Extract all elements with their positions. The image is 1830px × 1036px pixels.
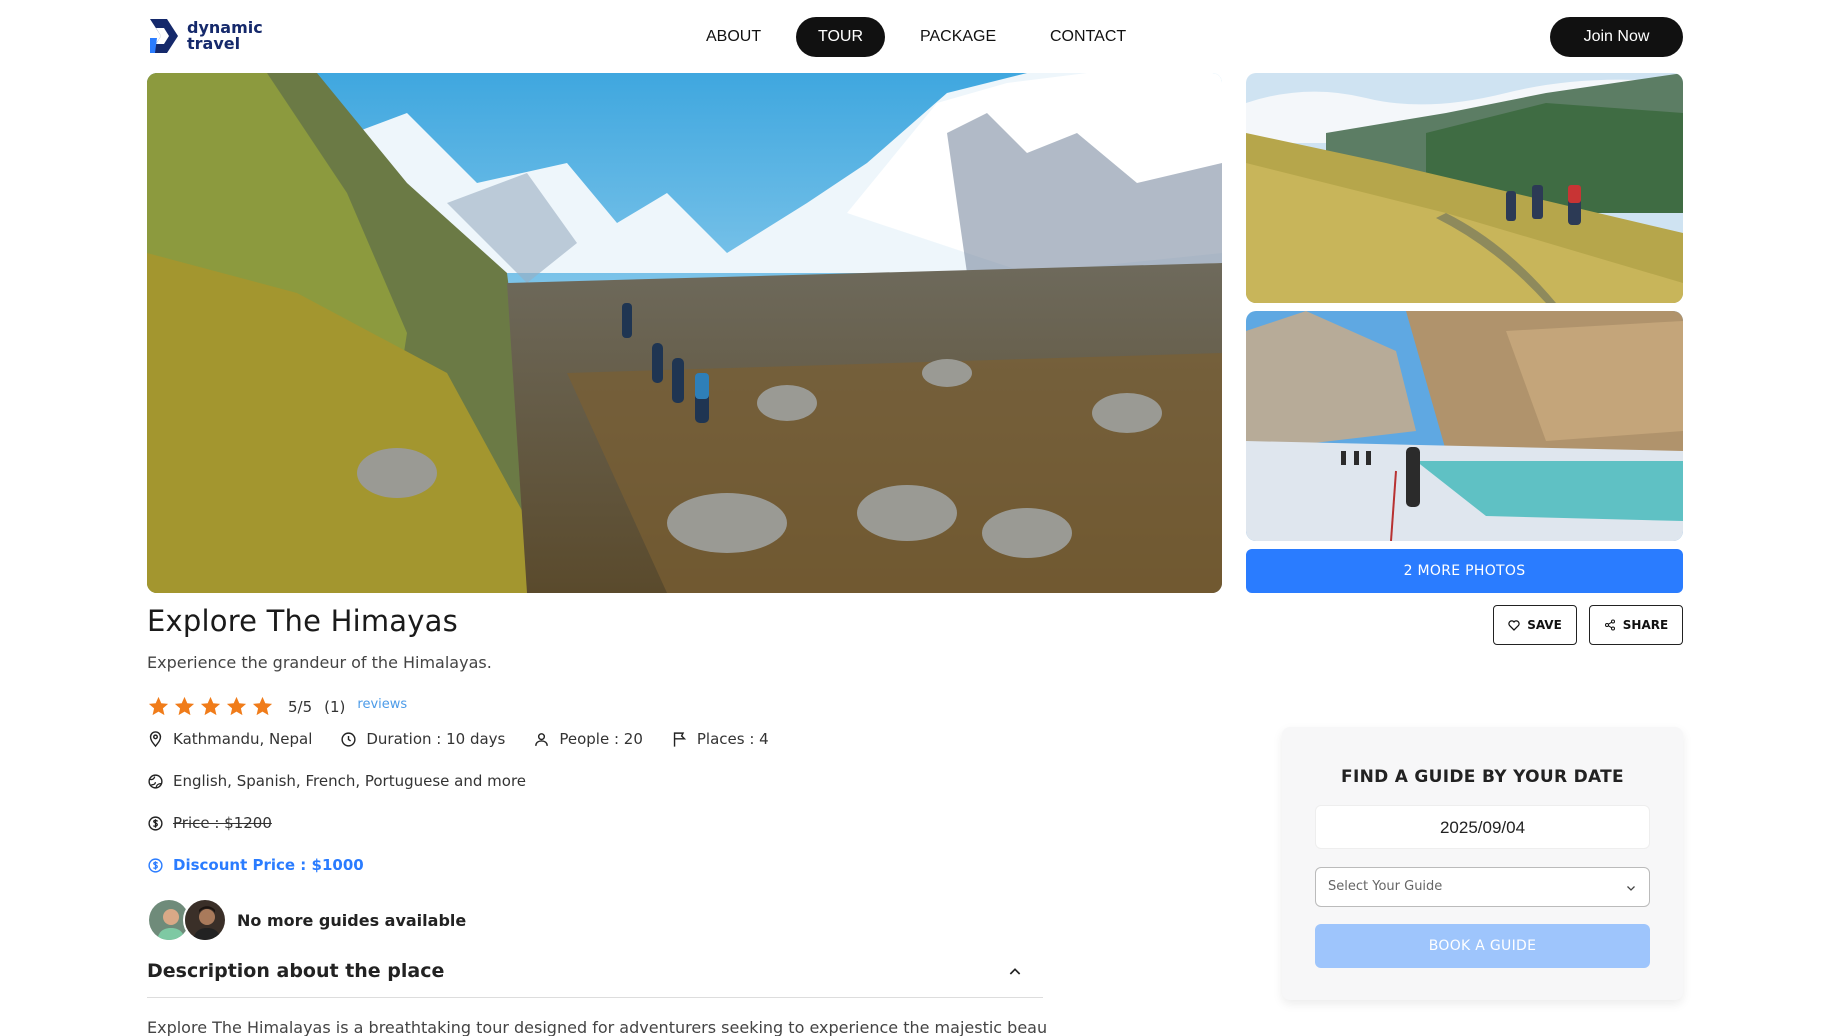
clock-icon [341,731,356,747]
tour-subtitle: Experience the grandeur of the Himalayas… [147,653,492,672]
chevron-up-icon[interactable] [1007,964,1023,980]
frozen-river-image [1246,311,1683,541]
tour-info-row: Kathmandu, Nepal Duration : 10 days Peop… [147,730,797,748]
book-guide-button[interactable]: BOOK A GUIDE [1315,924,1650,968]
guide-avatar[interactable] [183,898,227,942]
heart-icon [1508,619,1520,631]
frozen-river-photo[interactable] [1246,311,1683,541]
star-icon [148,696,169,716]
guide-avatar-image [185,900,225,940]
dollar-icon [148,815,163,831]
nav-contact[interactable]: CONTACT [1028,17,1148,57]
share-label: SHARE [1622,618,1669,632]
tour-title: Explore The Himayas [147,604,458,638]
save-button[interactable]: SAVE [1493,605,1577,645]
star-icon [226,696,247,716]
description-accordion-header[interactable]: Description about the place [147,960,1043,998]
languages-text: English, Spanish, French, Portuguese and… [173,772,527,790]
original-price: Price : $1200 [173,814,272,832]
chevron-down-icon [1627,886,1635,891]
duration-text: Duration : 10 days [366,730,506,748]
nav-package[interactable]: PACKAGE [898,17,1018,57]
location-pin-icon [149,731,162,748]
discount-price: Discount Price : $1000 [173,856,364,874]
price-info: Price : $1200 [147,814,272,832]
guide-select[interactable]: Select Your Guide [1315,867,1650,907]
card-title: FIND A GUIDE BY YOUR DATE [1341,767,1624,787]
description-heading: Description about the place [147,960,445,982]
people-info: People : 20 [533,730,643,748]
star-rating [147,695,274,718]
join-now-button[interactable]: Join Now [1550,17,1683,57]
rating-count: (1) [324,697,346,716]
star-icon [252,696,273,716]
dollar-icon [148,857,163,873]
guide-select-placeholder: Select Your Guide [1328,879,1443,894]
places-info: Places : 4 [671,730,769,748]
more-photos-button[interactable]: 2 MORE PHOTOS [1246,549,1683,593]
location-info: Kathmandu, Nepal [147,730,312,748]
rating-value: 5/5 [288,697,313,716]
meadow-hikers-image [1246,73,1683,303]
nav-tour[interactable]: TOUR [796,17,886,57]
person-icon [535,732,549,746]
star-icon [174,696,195,716]
rating-row: 5/5 (1) reviews [147,695,407,718]
globe-icon [148,773,163,789]
find-guide-card: FIND A GUIDE BY YOUR DATE 2025/09/04 Sel… [1282,727,1683,1000]
hero-photo[interactable] [147,73,1222,593]
discount-price-info: Discount Price : $1000 [147,856,364,874]
guides-status: No more guides available [237,910,467,930]
guides-row: No more guides available [147,898,466,942]
duration-info: Duration : 10 days [340,730,505,748]
places-text: Places : 4 [696,730,769,748]
share-button[interactable]: SHARE [1589,605,1683,645]
date-field[interactable]: 2025/09/04 [1315,805,1650,849]
mountain-trek-image [147,73,1222,593]
location-text: Kathmandu, Nepal [173,730,313,748]
share-icon [1604,619,1615,631]
meadow-photo[interactable] [1246,73,1683,303]
flag-icon [673,731,687,747]
languages-info: English, Spanish, French, Portuguese and… [147,772,526,790]
nav-about[interactable]: ABOUT [684,17,783,57]
star-icon [200,696,221,716]
reviews-link[interactable]: reviews [357,697,407,712]
save-label: SAVE [1527,618,1562,632]
people-text: People : 20 [559,730,643,748]
description-text: Explore The Himalayas is a breathtaking … [147,1018,1047,1036]
